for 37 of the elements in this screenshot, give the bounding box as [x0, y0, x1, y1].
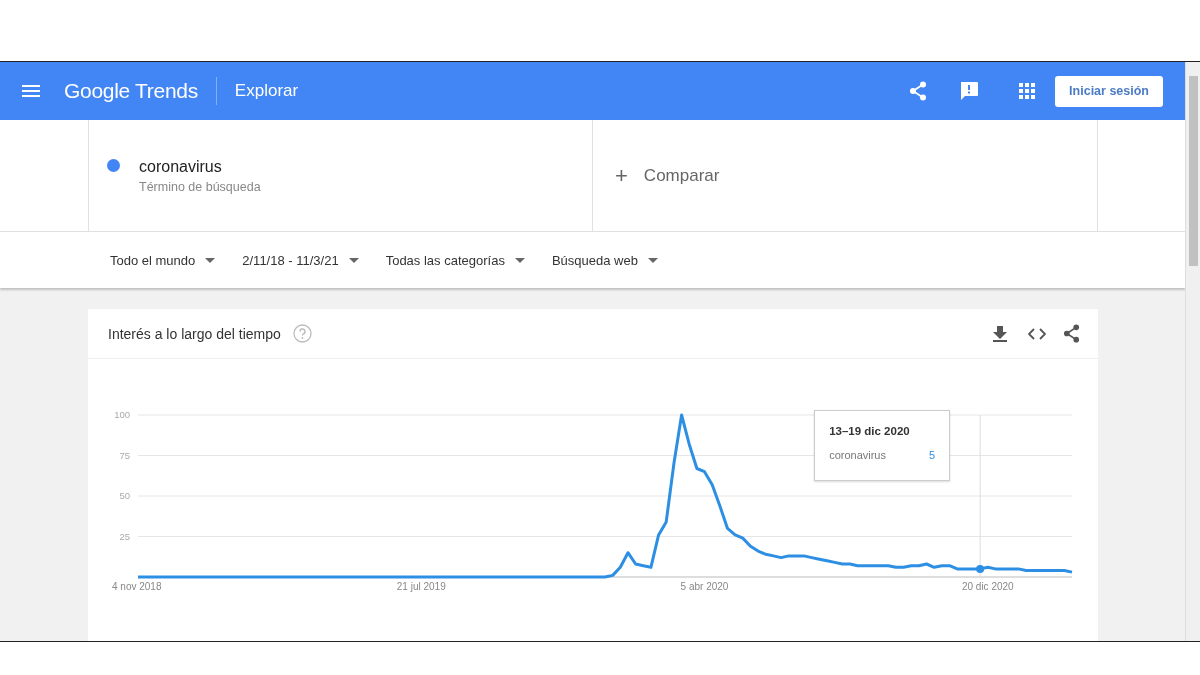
menu-icon[interactable]: [22, 85, 40, 97]
x-tick-label: 4 nov 2018: [112, 581, 162, 592]
scrollbar[interactable]: [1185, 62, 1200, 641]
tooltip-term: coronavirus: [829, 449, 886, 461]
y-tick-label: 50: [119, 490, 130, 501]
caret-icon: [514, 257, 525, 263]
tooltip-date: 13–19 dic 2020: [829, 425, 911, 437]
y-tick-label: 25: [119, 530, 130, 542]
x-tick-label: 20 dic 2020: [961, 581, 1014, 592]
apps-grid-icon[interactable]: [1019, 83, 1036, 99]
x-tick-label: 5 abr 2020: [680, 581, 729, 592]
x-tick-label: 21 jul 2019: [396, 581, 446, 592]
share-icon[interactable]: [909, 81, 928, 101]
filter-dropdown[interactable]: Todas las categorías: [385, 252, 525, 268]
help-icon[interactable]: [292, 324, 312, 343]
search-term: coronavirus: [139, 157, 223, 176]
share-icon[interactable]: [1063, 324, 1080, 343]
caret-icon: [348, 257, 359, 263]
y-tick-label: 100: [114, 409, 130, 420]
sign-in-button[interactable]: Iniciar sesión: [1055, 75, 1163, 107]
term-type: Término de búsqueda: [139, 179, 261, 194]
page-title: Explorar: [234, 81, 299, 101]
download-icon[interactable]: [993, 325, 1007, 342]
filter-dropdown[interactable]: Búsqueda web: [551, 252, 658, 268]
filter-dropdown[interactable]: 2/11/18 - 11/3/21: [242, 252, 359, 268]
plus-icon: +: [615, 162, 628, 189]
feedback-icon[interactable]: [959, 81, 980, 101]
filter-dropdown[interactable]: Todo el mundo: [110, 252, 216, 268]
tooltip-value: 5: [929, 449, 936, 461]
card-title: Interés a lo largo del tiempo: [108, 325, 281, 342]
caret-icon: [647, 257, 658, 263]
logo[interactable]: Google Trends: [64, 79, 198, 103]
hover-point: [976, 564, 985, 573]
y-tick-label: 75: [119, 449, 130, 461]
embed-code-icon[interactable]: [1028, 327, 1046, 340]
compare-label: Comparar: [643, 165, 720, 186]
caret-icon: [205, 257, 216, 263]
